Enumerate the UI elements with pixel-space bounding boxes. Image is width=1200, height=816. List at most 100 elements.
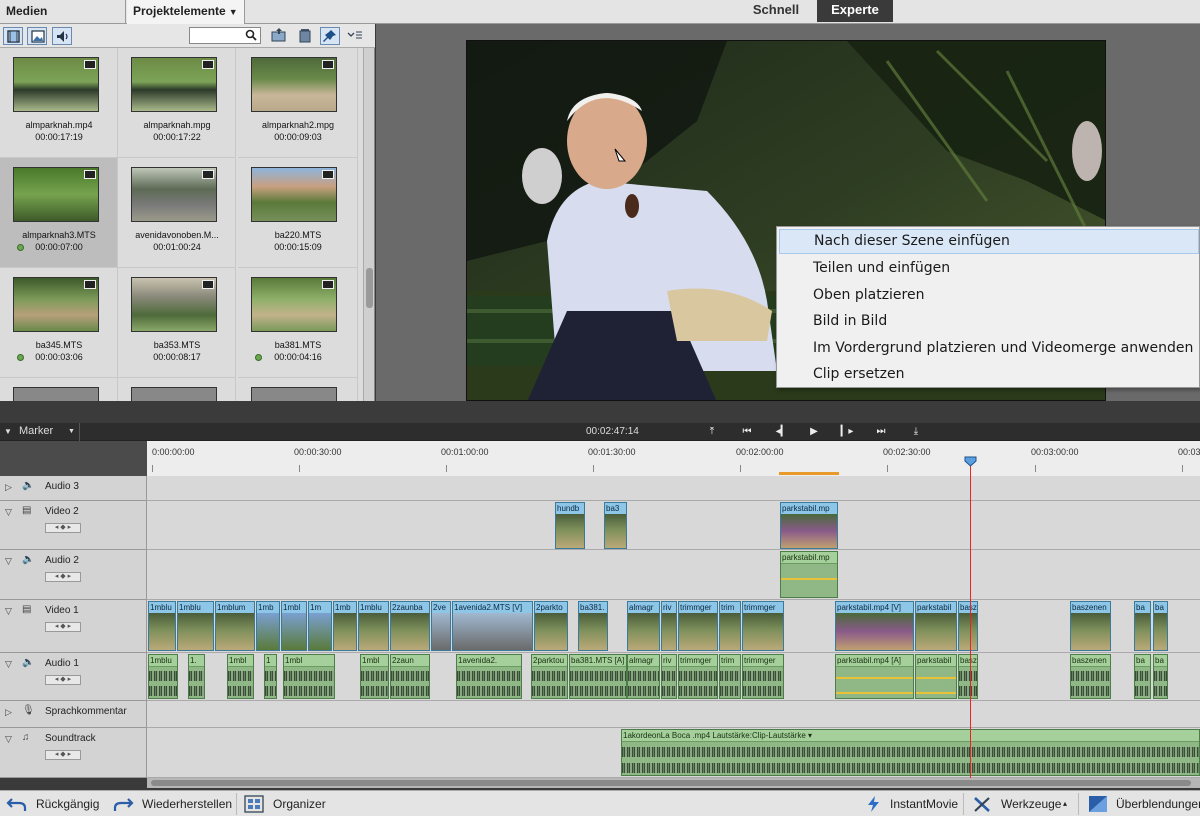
tab-add-media[interactable]: Medien hinzufügen▼ [0, 0, 126, 40]
timeline-clip[interactable]: parkstabil.mp [780, 502, 838, 549]
timeline-audio-clip[interactable]: parkstabil [915, 654, 957, 699]
timeline-audio-clip[interactable]: 1. [188, 654, 205, 699]
asset-item[interactable]: almparknah3.MTS 00:00:07:00 [0, 158, 118, 268]
go-to-end-of-clip-icon[interactable]: ⤓ [907, 425, 925, 439]
playhead-handle-icon[interactable] [964, 456, 977, 467]
timeline-audio-clip[interactable]: 1mbl [227, 654, 254, 699]
volume-line[interactable] [781, 578, 837, 580]
track-video2[interactable]: hundb ba3 parkstabil.mp [147, 501, 1200, 550]
timeline-clip[interactable]: almagr [627, 601, 660, 651]
keyframe-controls[interactable]: ◂ ◆ ▸ [45, 675, 81, 685]
time-ruler[interactable]: 0:00:00:00 00:00:30:00 00:01:00:00 00:01… [147, 441, 1200, 476]
trash-icon[interactable] [296, 27, 316, 45]
timeline-clip[interactable]: trimmger [678, 601, 718, 651]
mode-expert-button[interactable]: Experte [817, 0, 893, 22]
tab-project-assets[interactable]: Projektelemente ▼ [127, 0, 245, 24]
timeline-audio-clip[interactable]: ba [1153, 654, 1168, 699]
timeline-scrollbar[interactable] [147, 778, 1200, 788]
timeline-audio-clip[interactable]: baszenen [1070, 654, 1111, 699]
keyframe-controls[interactable]: ◂ ◆ ▸ [45, 572, 81, 582]
undo-button[interactable]: Rückgängig [6, 791, 106, 816]
asset-item[interactable]: almparknah.mpg 00:00:17:22 [118, 48, 236, 158]
timeline-audio-clip[interactable]: parkstabil.mp [780, 551, 838, 598]
timeline-clip[interactable]: 1m [308, 601, 332, 651]
collapse-icon[interactable]: ▽ [5, 606, 12, 617]
assets-scrollbar[interactable] [363, 48, 374, 401]
timeline-clip[interactable]: trimmger [742, 601, 784, 651]
timeline-clip[interactable]: ba381. [578, 601, 608, 651]
asset-item[interactable] [238, 378, 358, 401]
pin-icon[interactable] [320, 27, 340, 45]
timeline-clip[interactable]: ba [1134, 601, 1151, 651]
sort-menu-icon[interactable] [346, 27, 366, 45]
redo-button[interactable]: Wiederherstellen [112, 791, 232, 816]
collapse-icon[interactable]: ▽ [5, 556, 12, 567]
play-icon[interactable]: ▶ [805, 425, 823, 439]
track-soundtrack[interactable]: 1akordeonLa Boca .mp4 Lautstärke:Clip-La… [147, 728, 1200, 778]
asset-item[interactable]: almparknah.mp4 00:00:17:19 [0, 48, 118, 158]
timeline-clip[interactable]: parkstabil [915, 601, 957, 651]
menu-item-split-and-insert[interactable]: Teilen und einfügen [779, 256, 1199, 281]
timeline-clip[interactable]: 1mbl [281, 601, 307, 651]
panel-splitter[interactable] [0, 401, 1200, 423]
track-header-video2[interactable]: ▽ ▤ Video 2 ◂ ◆ ▸ [0, 501, 147, 550]
track-header-soundtrack[interactable]: ▽ ♫ Soundtrack ◂ ◆ ▸ [0, 728, 147, 778]
timeline-audio-clip[interactable]: 1mbl [360, 654, 389, 699]
organizer-button[interactable]: Organizer [244, 791, 334, 816]
menu-item-insert-after-scene[interactable]: Nach dieser Szene einfügen [779, 229, 1199, 254]
track-audio3[interactable] [147, 476, 1200, 501]
timeline-clip[interactable]: baszenen [1070, 601, 1111, 651]
filter-image-button[interactable] [27, 27, 47, 45]
instantmovie-button[interactable]: InstantMovie [864, 791, 960, 816]
keyframe-controls[interactable]: ◂ ◆ ▸ [45, 750, 81, 760]
step-back-icon[interactable]: ◂▎ [773, 425, 791, 439]
timeline-clip[interactable]: 2zaunba [390, 601, 430, 651]
timeline-clip[interactable]: 1mblu [177, 601, 214, 651]
new-folder-icon[interactable] [270, 27, 290, 45]
timeline-clip[interactable]: riv [661, 601, 677, 651]
timeline-clip[interactable]: ba3 [604, 502, 627, 549]
filter-audio-button[interactable] [52, 27, 72, 45]
asset-item[interactable] [118, 378, 236, 401]
track-audio2[interactable]: parkstabil.mp [147, 550, 1200, 600]
timeline-clip[interactable]: 1mblum [215, 601, 255, 651]
timeline-audio-clip[interactable]: 2parktou [531, 654, 568, 699]
collapse-icon[interactable]: ▽ [5, 507, 12, 518]
track-header-audio2[interactable]: ▽ 🔈 Audio 2 ◂ ◆ ▸ [0, 550, 147, 600]
timeline-audio-clip[interactable]: parkstabil.mp4 [A] [835, 654, 914, 699]
timeline-audio-clip[interactable]: ba [1134, 654, 1151, 699]
timeline-audio-clip[interactable]: 1mblu [148, 654, 178, 699]
asset-item[interactable]: ba381.MTS 00:00:04:16 [238, 268, 358, 378]
timeline-audio-clip[interactable]: trimmger [742, 654, 784, 699]
timeline-audio-clip[interactable]: almagr [627, 654, 660, 699]
filter-video-button[interactable] [3, 27, 23, 45]
asset-item[interactable]: almparknah2.mpg 00:00:09:03 [238, 48, 358, 158]
asset-item[interactable] [0, 378, 118, 401]
timeline-audio-clip[interactable]: 1mbl [283, 654, 335, 699]
go-to-start-of-clip-icon[interactable]: ⤒ [703, 425, 721, 439]
timeline-clip[interactable]: 2ve [431, 601, 451, 651]
expand-icon[interactable]: ▷ [5, 482, 12, 493]
timeline-clip[interactable]: ba [1153, 601, 1168, 651]
marker-dropdown[interactable]: ▼ Marker ▼ [0, 423, 80, 441]
timeline-audio-clip[interactable]: ba381.MTS [A] [569, 654, 627, 699]
timeline-audio-clip[interactable]: trim [719, 654, 741, 699]
go-to-start-icon[interactable]: ⏮ [738, 425, 756, 439]
menu-item-foreground-videomerge[interactable]: Im Vordergrund platzieren und Videomerge… [779, 336, 1199, 361]
timeline-clip[interactable]: basz [958, 601, 978, 651]
track-header-video1[interactable]: ▽ ▤ Video 1 ◂ ◆ ▸ [0, 600, 147, 653]
timeline-clip[interactable]: 1mblu [358, 601, 389, 651]
transitions-button[interactable]: Überblendungen [1088, 791, 1200, 816]
timeline-clip[interactable]: 1mblu [148, 601, 176, 651]
timeline-clip[interactable]: parkstabil.mp4 [V] [835, 601, 914, 651]
timeline-clip[interactable]: trim [719, 601, 741, 651]
step-forward-icon[interactable]: ▎▸ [838, 425, 856, 439]
timeline-clip[interactable]: 2parkto [534, 601, 568, 651]
timeline-audio-clip[interactable]: trimmger [678, 654, 718, 699]
menu-item-picture-in-picture[interactable]: Bild in Bild [779, 309, 1199, 334]
timeline-audio-clip[interactable]: 1 [264, 654, 277, 699]
timeline-audio-clip[interactable]: riv [661, 654, 677, 699]
timeline-audio-clip[interactable]: basz [958, 654, 978, 699]
timeline-clip[interactable]: 1avenida2.MTS [V] [452, 601, 533, 651]
tools-button[interactable]: Werkzeuge ▴ [972, 791, 1072, 816]
